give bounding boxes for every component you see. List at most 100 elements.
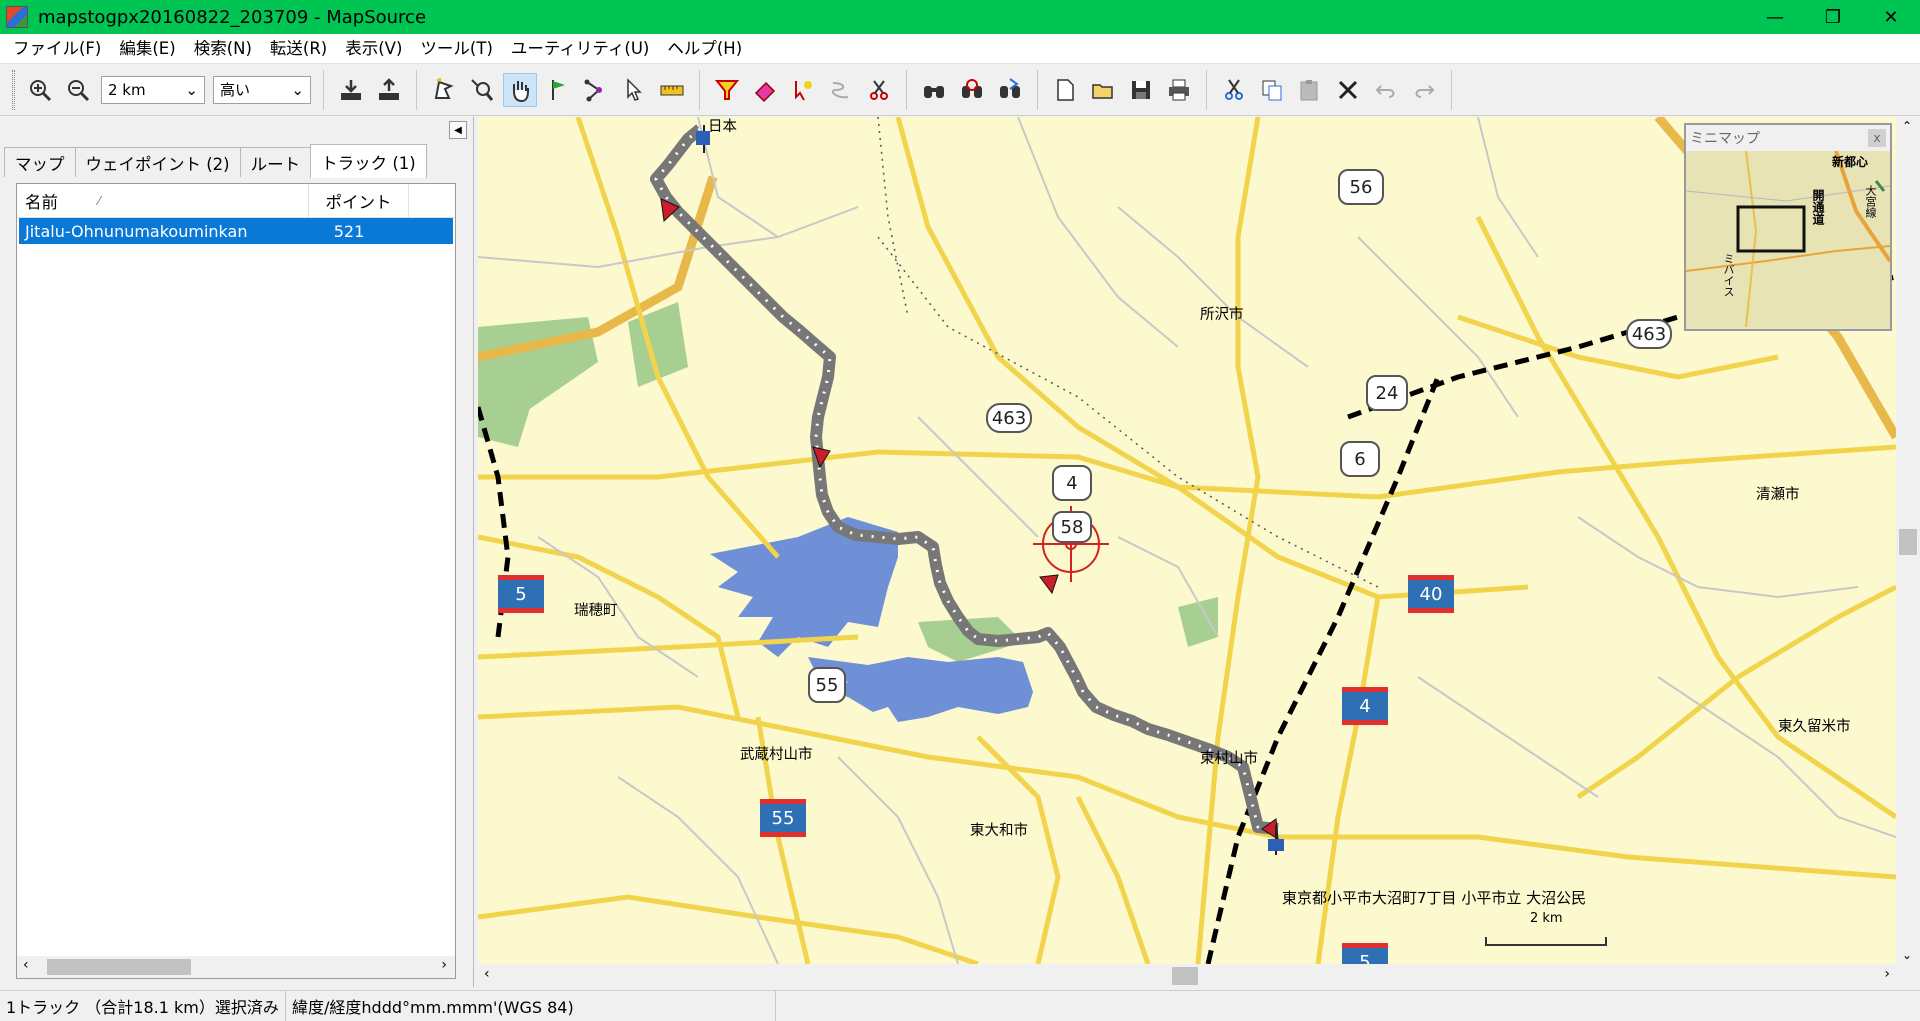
minimap-label: ミバイス (1722, 253, 1735, 297)
save-icon[interactable] (1124, 73, 1158, 107)
scroll-left-icon[interactable]: ‹ (484, 966, 490, 982)
divide-track-icon[interactable] (862, 73, 896, 107)
zoom-out-icon[interactable] (61, 73, 95, 107)
tab-tracks[interactable]: トラック (1) (310, 144, 427, 178)
join-track-icon[interactable] (824, 73, 858, 107)
filter-tool-icon[interactable] (710, 73, 744, 107)
minimap-close-button[interactable]: x (1868, 129, 1886, 147)
waypoint-tool-icon[interactable] (541, 73, 575, 107)
minimap-title: ミニマップ (1690, 131, 1760, 147)
horizontal-scrollbar[interactable]: ‹ › (17, 956, 455, 978)
zoom-tool-icon[interactable] (465, 73, 499, 107)
toolbar-grip (12, 69, 15, 110)
copy-icon[interactable] (1255, 73, 1289, 107)
column-name-label: 名前 (25, 192, 58, 212)
toolbar: 2 km ⌄ 高い ⌄ (0, 64, 1920, 116)
scroll-down-icon[interactable]: ⌄ (1902, 948, 1912, 962)
tab-routes[interactable]: ルート (239, 147, 312, 177)
map-view[interactable]: 日本 所沢市 清瀬市 瑞穂町 武蔵村山市 東村山市 東大和市 東久留米市 東京都… (478, 117, 1896, 964)
map-label: 東大和市 (970, 823, 1028, 839)
tab-waypoints[interactable]: ウェイポイント (2) (74, 147, 241, 177)
interstate-shield: 55 (760, 799, 806, 837)
route-shield: 58 (1052, 511, 1092, 543)
track-points: 521 (333, 221, 365, 241)
map-horizontal-scrollbar[interactable]: ‹ › (478, 964, 1896, 988)
measure-tool-icon[interactable] (655, 73, 689, 107)
route-shield: 6 (1340, 441, 1380, 477)
separator (699, 69, 700, 110)
tab-strip: マップ ウェイポイント (2) ルート トラック (1) (4, 144, 427, 178)
window-title: mapstogpx20160822_203709 - MapSource (38, 6, 427, 28)
maximize-button[interactable]: ❐ (1804, 0, 1862, 34)
sort-icon: ⁄ (98, 193, 101, 208)
delete-icon[interactable] (1331, 73, 1365, 107)
select-area-icon[interactable] (786, 73, 820, 107)
chevron-down-icon: ⌄ (185, 80, 198, 99)
close-button[interactable]: ✕ (1862, 0, 1920, 34)
map-label: 日本 (708, 119, 737, 135)
chevron-down-icon: ⌄ (291, 80, 304, 99)
status-bar: 1トラック （合計18.1 km）選択済み 緯度/経度hddd°mm.mmm'(… (0, 990, 1920, 1021)
menu-file[interactable]: ファイル(F) (4, 34, 110, 64)
scroll-thumb[interactable] (47, 959, 191, 975)
scroll-right-icon[interactable]: › (441, 957, 447, 973)
status-coordinate-format: 緯度/経度hddd°mm.mmm'(WGS 84) (286, 990, 776, 1021)
detail-value: 高い (220, 81, 251, 99)
scroll-thumb[interactable] (1172, 967, 1198, 985)
menu-utility[interactable]: ユーティリティ(U) (502, 34, 658, 64)
paste-icon[interactable] (1293, 73, 1327, 107)
find-icon[interactable] (917, 73, 951, 107)
menu-edit[interactable]: 編集(E) (110, 34, 184, 64)
route-shield: 4 (1052, 465, 1092, 501)
separator (1451, 69, 1452, 110)
menu-view[interactable]: 表示(V) (336, 34, 411, 64)
menu-search[interactable]: 検索(N) (185, 34, 261, 64)
list-item[interactable]: Jitalu-Ohnunumakouminkan 521 (19, 218, 453, 244)
zoom-select[interactable]: 2 km ⌄ (101, 75, 205, 104)
railways (877, 117, 1379, 588)
pointer-tool-icon[interactable] (617, 73, 651, 107)
app-icon (6, 6, 28, 28)
selection-tool-icon[interactable] (427, 73, 461, 107)
menu-tools[interactable]: ツール(T) (411, 34, 501, 64)
map-label: 東久留米市 (1778, 719, 1851, 735)
minimap-canvas (1685, 150, 1892, 328)
collapse-panel-button[interactable]: ◀ (449, 121, 467, 139)
route-shield: 24 (1366, 375, 1408, 411)
scroll-up-icon[interactable]: ⌃ (1902, 119, 1912, 133)
zoom-in-icon[interactable] (23, 73, 57, 107)
send-to-device-icon[interactable] (372, 73, 406, 107)
hand-tool-icon[interactable] (503, 72, 537, 107)
column-points-header[interactable]: ポイント (309, 184, 409, 217)
undo-icon[interactable] (1369, 73, 1403, 107)
print-icon[interactable] (1162, 73, 1196, 107)
route-tool-icon[interactable] (579, 73, 613, 107)
map-label: 東村山市 (1200, 751, 1258, 767)
open-file-icon[interactable] (1086, 73, 1120, 107)
find-place-icon[interactable] (955, 73, 989, 107)
route-shield: 463 (1626, 319, 1672, 349)
column-name-header[interactable]: 名前 ⁄ (17, 184, 309, 217)
minimap[interactable]: ミニマップ x 新都心 大宮線 開通道 ミバイス (1684, 123, 1892, 331)
tab-maps[interactable]: マップ (4, 147, 76, 177)
data-panel: ◀ マップ ウェイポイント (2) ルート トラック (1) 名前 ⁄ ポイント… (0, 117, 474, 987)
new-file-icon[interactable] (1048, 73, 1082, 107)
redo-icon[interactable] (1407, 73, 1441, 107)
eraser-tool-icon[interactable] (748, 73, 782, 107)
menu-help[interactable]: ヘルプ(H) (658, 34, 751, 64)
map-vertical-scrollbar[interactable]: ⌃ ⌄ (1896, 117, 1920, 964)
scroll-right-icon[interactable]: › (1884, 966, 1890, 982)
menu-bar: ファイル(F) 編集(E) 検索(N) 転送(R) 表示(V) ツール(T) ユ… (0, 34, 1920, 64)
separator (323, 69, 324, 110)
cut-icon[interactable] (1217, 73, 1251, 107)
receive-from-device-icon[interactable] (334, 73, 368, 107)
zoom-value: 2 km (108, 80, 146, 99)
scroll-thumb[interactable] (1899, 529, 1917, 555)
find-nearby-icon[interactable] (993, 73, 1027, 107)
detail-select[interactable]: 高い ⌄ (213, 75, 311, 104)
minimize-button[interactable]: — (1746, 0, 1804, 34)
minimap-label: 開通道 (1811, 189, 1825, 225)
menu-transfer[interactable]: 転送(R) (261, 34, 336, 64)
scroll-left-icon[interactable]: ‹ (23, 957, 29, 973)
interstate-shield: 5 (1342, 943, 1388, 964)
